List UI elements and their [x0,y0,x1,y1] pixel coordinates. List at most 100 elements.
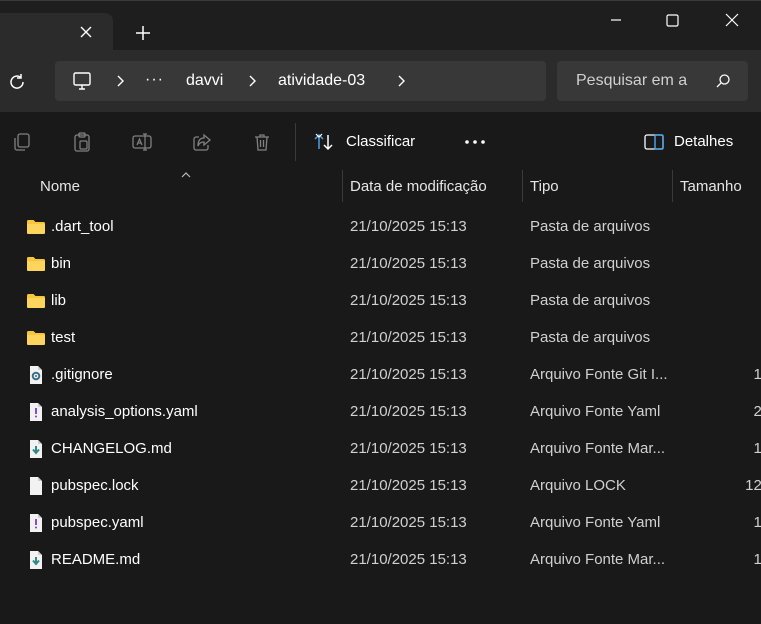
file-size: 1 KB [753,551,761,568]
file-name: pubspec.lock [51,477,139,494]
column-header-type[interactable]: Tipo [530,170,559,204]
search-input[interactable]: Pesquisar em a [576,61,687,101]
file-type: Arquivo Fonte Git I... [530,366,668,383]
file-row[interactable]: CHANGELOG.md 21/10/2025 15:13 Arquivo Font… [0,430,761,467]
file-date: 21/10/2025 15:13 [350,329,467,346]
file-size [676,245,761,282]
refresh-icon [10,74,24,89]
file-name: bin [51,255,72,272]
chevron-right-icon[interactable] [244,73,260,89]
command-bar: Classificar Detalhes [0,112,761,170]
markdown-file-icon [26,439,46,459]
file-row[interactable]: pubspec.lock 21/10/2025 15:13 Arquivo LOCK… [0,467,761,504]
file-date: 21/10/2025 15:13 [350,292,467,309]
file-name: test [51,329,76,346]
file-row[interactable]: pubspec.yaml 21/10/2025 15:13 Arquivo Font… [0,504,761,541]
more-options-button[interactable] [462,129,488,155]
minimize-icon [611,19,621,21]
file-row[interactable]: README.md 21/10/2025 15:13 Arquivo Fonte M… [0,541,761,578]
file-date: 21/10/2025 15:13 [350,551,467,568]
file-name: analysis_options.yaml [51,403,198,420]
file-type: Arquivo LOCK [530,477,626,494]
file-date: 21/10/2025 15:13 [350,255,467,272]
close-button[interactable] [712,7,752,35]
plus-icon [136,26,150,40]
file-list: .dart_tool 21/10/2025 15:13 Pasta de arqui… [0,208,761,578]
column-divider[interactable] [672,170,673,202]
share-icon[interactable] [191,131,213,153]
paste-icon[interactable] [71,131,93,153]
file-name: README.md [51,551,141,568]
file-type: Pasta de arquivos [530,329,651,346]
refresh-button[interactable] [5,70,29,94]
delete-icon[interactable] [251,131,273,153]
chevron-right-icon[interactable] [393,73,409,89]
folder-icon [26,328,46,348]
column-header-date[interactable]: Data de modificação [350,170,487,204]
file-date: 21/10/2025 15:13 [350,514,467,531]
file-name: CHANGELOG.md [51,440,172,457]
file-size: 1 KB [753,514,761,531]
file-row[interactable]: test 21/10/2025 15:13 Pasta de arquivos [0,319,761,356]
search-box[interactable]: Pesquisar em a [557,61,748,101]
column-divider[interactable] [342,170,343,202]
file-size: 2 KB [753,403,761,420]
sort-label: Classificar [346,133,416,150]
tab-close-icon[interactable] [76,22,96,42]
column-divider[interactable] [522,170,523,202]
breadcrumb-item-atividade-03[interactable]: atividade-03 [278,61,365,101]
blank-file-icon [26,476,46,496]
folder-icon [26,217,46,237]
file-row[interactable]: analysis_options.yaml 21/10/2025 15:13 Arq… [0,393,761,430]
details-label: Detalhes [674,133,734,150]
file-type: Pasta de arquivos [530,292,651,309]
new-tab-button[interactable] [131,21,155,45]
file-size [676,208,761,245]
file-explorer-window: ··· davvi atividade-03 Pesquisar em a Cl… [0,0,761,624]
markdown-file-icon [26,550,46,570]
search-icon[interactable] [715,73,731,89]
file-name: pubspec.yaml [51,514,144,531]
maximize-icon [666,14,679,27]
file-row[interactable]: .dart_tool 21/10/2025 15:13 Pasta de arqui… [0,208,761,245]
details-pane-icon [644,134,664,150]
sort-ascending-icon [181,172,191,178]
minimize-button[interactable] [596,7,636,35]
column-header-size[interactable]: Tamanho [680,170,742,204]
file-row[interactable]: .gitignore 21/10/2025 15:13 Arquivo Fonte … [0,356,761,393]
file-size: 12 KB [745,477,761,494]
breadcrumb-item-davvi[interactable]: davvi [186,61,223,101]
file-date: 21/10/2025 15:13 [350,477,467,494]
details-button[interactable]: Detalhes [643,129,753,155]
chevron-right-icon[interactable] [112,73,128,89]
file-type: Pasta de arquivos [530,218,651,235]
address-row: ··· davvi atividade-03 Pesquisar em a [0,50,761,112]
column-header-name[interactable]: Nome [40,170,80,204]
file-row[interactable]: lib 21/10/2025 15:13 Pasta de arquivos [0,282,761,319]
maximize-button[interactable] [652,7,692,35]
chevron-down-icon [315,133,323,138]
rename-icon[interactable] [131,131,153,153]
file-type: Arquivo Fonte Mar... [530,440,666,457]
file-date: 21/10/2025 15:13 [350,403,467,420]
folder-icon [26,291,46,311]
file-date: 21/10/2025 15:13 [350,440,467,457]
column-headers: Nome Data de modificação Tipo Tamanho [0,170,761,204]
title-bar [0,0,761,51]
file-type: Arquivo Fonte Yaml [530,403,661,420]
breadcrumb-overflow[interactable]: ··· [145,65,164,95]
breadcrumb[interactable]: ··· davvi atividade-03 [55,61,546,101]
file-type: Arquivo Fonte Yaml [530,514,661,531]
close-icon [725,13,739,27]
yaml-file-icon [26,402,46,422]
yaml-file-icon [26,513,46,533]
file-size: 1 KB [753,366,761,383]
computer-icon[interactable] [71,70,93,92]
file-date: 21/10/2025 15:13 [350,366,467,383]
file-size [676,319,761,356]
tab-active[interactable] [0,13,113,51]
copy-icon[interactable] [11,131,33,153]
toolbar-divider [295,123,296,161]
file-date: 21/10/2025 15:13 [350,218,467,235]
file-row[interactable]: bin 21/10/2025 15:13 Pasta de arquivos [0,245,761,282]
